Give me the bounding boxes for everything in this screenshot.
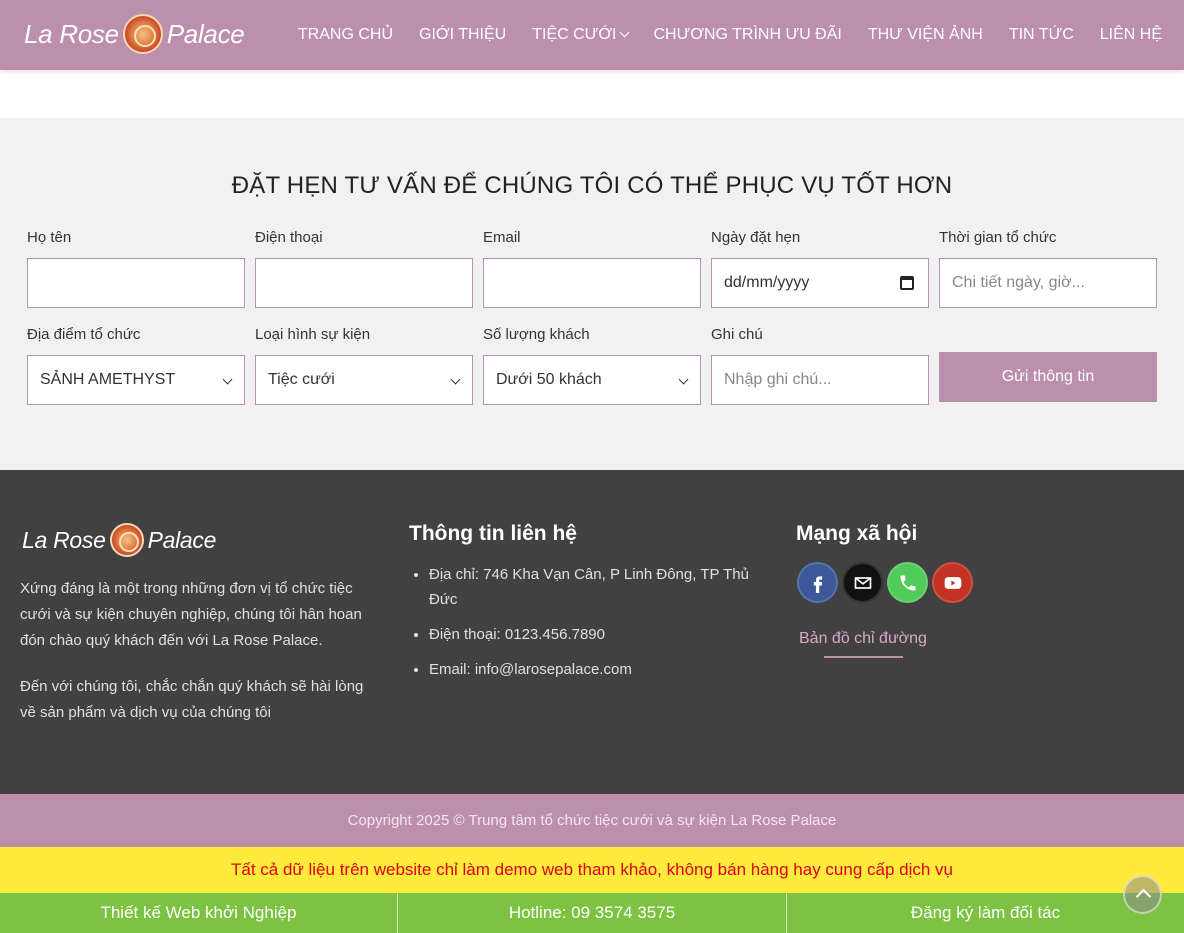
copyright-text: Copyright 2025 © Trung tâm tổ chức tiệc … [347, 812, 837, 829]
logo-emblem-icon [122, 14, 163, 54]
logo-text-right: Palace [166, 18, 245, 49]
note-label: Ghi chú [711, 326, 763, 343]
note-field: Ghi chú Nhập ghi chú... [711, 325, 929, 405]
chevron-down-icon [678, 374, 689, 385]
email-label: Email [483, 229, 521, 246]
contact-list: Địa chỉ: 746 Kha Vạn Cân, P Linh Đông, T… [409, 562, 769, 692]
date-label: Ngày đặt hẹn [711, 229, 801, 246]
phone-field: Điện thoại [255, 228, 473, 308]
footer-logo-text-right: Palace [147, 526, 217, 553]
time-label: Thời gian tổ chức [939, 229, 1057, 246]
footer-logo[interactable]: La Rose Palace [22, 522, 216, 558]
guests-select[interactable]: Dưới 50 khách [483, 355, 701, 405]
calendar-icon[interactable] [900, 276, 914, 290]
nav-item-promotions[interactable]: CHƯƠNG TRÌNH ƯU ĐÃI [654, 26, 842, 44]
social-links [797, 562, 977, 603]
site-footer: La Rose Palace Xứng đáng là một trong nh… [0, 470, 1184, 794]
time-field: Thời gian tổ chức Chi tiết ngày, giờ... [939, 228, 1157, 308]
email-field: Email [483, 228, 701, 308]
nav-item-news[interactable]: TIN TỨC [1009, 26, 1074, 44]
nav-item-gallery[interactable]: THƯ VIỆN ẢNH [868, 26, 983, 44]
venue-select[interactable]: SẢNH AMETHYST [27, 355, 245, 405]
contact-email: Email: info@larosepalace.com [429, 657, 769, 682]
contact-heading: Thông tin liên hệ [409, 522, 577, 545]
chevron-down-icon [222, 374, 233, 385]
event-type-select-value: Tiệc cưới [268, 371, 335, 388]
event-type-label: Loại hình sự kiện [255, 326, 371, 343]
demo-notice-bar: Tất cả dữ liệu trên website chỉ làm demo… [0, 847, 1184, 893]
venue-label: Địa điểm tổ chức [27, 326, 141, 343]
date-field: Ngày đặt hẹn dd/mm/yyyy [711, 228, 929, 308]
startup-web-design-link[interactable]: Thiết kế Web khởi Nghiệp [0, 893, 397, 933]
chevron-down-icon [450, 374, 461, 385]
nav-item-contact[interactable]: LIÊN HỆ [1100, 26, 1162, 44]
name-field: Họ tên [27, 228, 245, 308]
nav-item-weddings-label: TIỆC CƯỚI [532, 26, 617, 43]
facebook-icon[interactable] [797, 562, 838, 603]
footer-logo-text-left: La Rose [22, 526, 106, 553]
submit-button[interactable]: Gửi thông tin [939, 352, 1157, 402]
event-type-field: Loại hình sự kiện Tiệc cưới [255, 325, 473, 405]
youtube-icon[interactable] [932, 562, 973, 603]
bottom-action-bar: Thiết kế Web khởi Nghiệp Hotline: 09 357… [0, 893, 1184, 933]
chevron-down-icon [619, 27, 629, 38]
map-link-underline [824, 656, 903, 658]
guests-field: Số lượng khách Dưới 50 khách [483, 325, 701, 405]
site-header: La Rose Palace TRANG CHỦ GIỚI THIỆU TIỆC… [0, 0, 1184, 70]
venue-select-value: SẢNH AMETHYST [40, 371, 176, 388]
back-to-top-button[interactable] [1123, 875, 1162, 914]
date-input[interactable]: dd/mm/yyyy [711, 258, 929, 308]
booking-title: ĐẶT HẸN TƯ VẤN ĐỂ CHÚNG TÔI CÓ THỂ PHỤC … [231, 172, 953, 199]
logo-text-left: La Rose [24, 18, 119, 49]
email-icon[interactable] [842, 562, 883, 603]
copyright-bar: Copyright 2025 © Trung tâm tổ chức tiệc … [0, 794, 1184, 847]
map-directions-link[interactable]: Bản đồ chỉ đường [799, 630, 927, 648]
demo-notice-text: Tất cả dữ liệu trên website chỉ làm demo… [230, 860, 954, 879]
phone-input[interactable] [255, 258, 473, 308]
nav-item-about[interactable]: GIỚI THIỆU [419, 26, 506, 44]
name-input[interactable] [27, 258, 245, 308]
note-input[interactable]: Nhập ghi chú... [711, 355, 929, 405]
phone-icon[interactable] [887, 562, 928, 603]
main-nav: TRANG CHỦ GIỚI THIỆU TIỆC CƯỚI CHƯƠNG TR… [272, 0, 1162, 70]
time-input-placeholder: Chi tiết ngày, giờ... [952, 274, 1085, 291]
nav-item-home[interactable]: TRANG CHỦ [298, 26, 393, 44]
footer-about-text-2: Đến với chúng tôi, chắc chắn quý khách s… [20, 678, 364, 721]
footer-about: Xứng đáng là một trong những đơn vị tổ c… [20, 576, 378, 746]
name-label: Họ tên [27, 229, 72, 246]
time-input[interactable]: Chi tiết ngày, giờ... [939, 258, 1157, 308]
phone-label: Điện thoại [255, 229, 323, 246]
email-input[interactable] [483, 258, 701, 308]
nav-item-weddings[interactable]: TIỆC CƯỚI [532, 26, 629, 44]
site-logo[interactable]: La Rose Palace [24, 14, 245, 54]
venue-field: Địa điểm tổ chức SẢNH AMETHYST [27, 325, 245, 405]
booking-section: ĐẶT HẸN TƯ VẤN ĐỂ CHÚNG TÔI CÓ THỂ PHỤC … [0, 118, 1184, 470]
note-input-placeholder: Nhập ghi chú... [724, 371, 832, 388]
contact-address: Địa chỉ: 746 Kha Vạn Cân, P Linh Đông, T… [429, 562, 769, 612]
contact-phone: Điện thoại: 0123.456.7890 [429, 622, 769, 647]
hotline-link[interactable]: Hotline: 09 3574 3575 [398, 893, 786, 933]
date-input-value: dd/mm/yyyy [724, 274, 810, 291]
footer-logo-emblem-icon [109, 523, 144, 557]
social-heading: Mạng xã hội [796, 522, 918, 545]
guests-label: Số lượng khách [483, 326, 590, 343]
footer-about-text-1: Xứng đáng là một trong những đơn vị tổ c… [20, 580, 362, 649]
event-type-select[interactable]: Tiệc cưới [255, 355, 473, 405]
guests-select-value: Dưới 50 khách [496, 371, 602, 388]
